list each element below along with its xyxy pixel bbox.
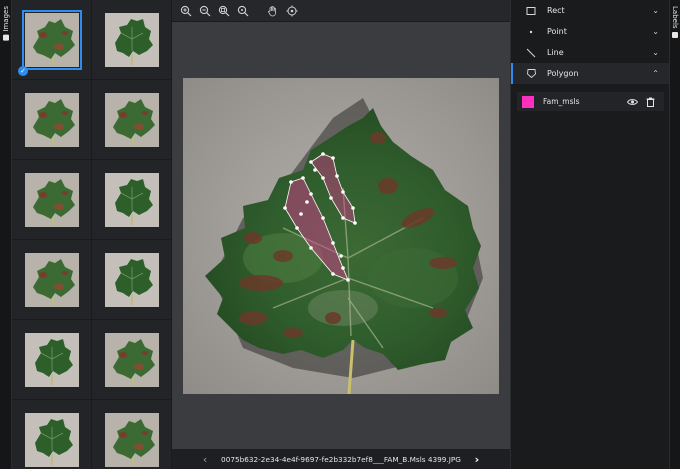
- thumbnail-leaf-image: [105, 93, 159, 147]
- annotation-canvas[interactable]: [172, 22, 510, 449]
- chevron-down-icon[interactable]: ⌄: [652, 27, 659, 36]
- point-icon: [525, 26, 537, 38]
- thumbnail-leaf-image: [105, 253, 159, 307]
- image-thumbnail[interactable]: [92, 240, 172, 320]
- image-thumbnail[interactable]: [12, 80, 92, 160]
- images-tab-label-wrap: Images: [1, 6, 11, 41]
- trash-icon[interactable]: [644, 96, 656, 108]
- image-thumbnail[interactable]: [92, 160, 172, 240]
- image-thumbnail[interactable]: [92, 320, 172, 400]
- image-navigation-bar: ‹ 0075b632-2e34-4e4f-9697-fe2b332b7ef8__…: [172, 449, 510, 469]
- chevron-left-icon[interactable]: ‹: [199, 453, 211, 466]
- polygon-icon: [525, 68, 537, 80]
- labels-side-tab[interactable]: Labels: [669, 0, 680, 469]
- tool-point[interactable]: Point ⌄: [511, 21, 669, 42]
- thumbnail-leaf-image: [105, 333, 159, 387]
- zoom-out-icon[interactable]: [197, 3, 213, 19]
- images-icon: [3, 34, 9, 41]
- thumbnail-leaf-image: [22, 10, 82, 70]
- thumbnail-leaf-image: [25, 413, 79, 467]
- image-thumbnail[interactable]: [92, 400, 172, 469]
- zoom-reset-icon[interactable]: [235, 3, 251, 19]
- tool-polygon-label: Polygon: [547, 69, 579, 78]
- image-thumbnail-list: ✓: [12, 0, 172, 469]
- tool-polygon[interactable]: Polygon ⌃: [511, 63, 669, 84]
- eye-icon[interactable]: [626, 96, 638, 108]
- labels-panel: Rect ⌄ Point ⌄ Line ⌄ Polygon ⌃ Fam_msls: [510, 0, 669, 469]
- image-thumbnail[interactable]: [92, 80, 172, 160]
- labels-icon: [672, 31, 678, 38]
- crosshair-icon[interactable]: [284, 3, 300, 19]
- image-thumbnail[interactable]: [12, 240, 92, 320]
- current-filename: 0075b632-2e34-4e4f-9697-fe2b332b7ef8___F…: [221, 454, 461, 464]
- tool-rect[interactable]: Rect ⌄: [511, 0, 669, 21]
- chevron-down-icon[interactable]: ⌄: [652, 48, 659, 57]
- images-tab-label: Images: [2, 6, 10, 32]
- thumbnail-leaf-image: [105, 13, 159, 67]
- image-thumbnail[interactable]: [12, 320, 92, 400]
- label-name: Fam_msls: [543, 97, 580, 106]
- images-side-tab[interactable]: Images: [0, 0, 12, 469]
- label-color-swatch[interactable]: [522, 95, 534, 108]
- labels-tab-label-wrap: Labels: [671, 6, 679, 38]
- tool-rect-label: Rect: [547, 6, 565, 15]
- thumbnail-leaf-image: [105, 173, 159, 227]
- zoom-in-icon[interactable]: [178, 3, 194, 19]
- tool-line[interactable]: Line ⌄: [511, 42, 669, 63]
- thumbnail-leaf-image: [25, 93, 79, 147]
- tool-line-label: Line: [547, 48, 564, 57]
- thumbnail-leaf-image: [25, 333, 79, 387]
- rect-icon: [525, 5, 537, 17]
- image-thumbnail[interactable]: ✓: [12, 0, 92, 80]
- labels-tab-label: Labels: [671, 6, 679, 29]
- image-thumbnail[interactable]: [12, 160, 92, 240]
- image-thumbnail[interactable]: [12, 400, 92, 469]
- thumbnail-leaf-image: [105, 413, 159, 467]
- app-window: Images ✓ ‹ 0075b632-2e34-4e4f-9697-fe2b3…: [0, 0, 680, 469]
- leaf-photo-drawing: [183, 78, 499, 394]
- chevron-down-icon[interactable]: ⌄: [652, 6, 659, 15]
- chevron-right-icon[interactable]: ›: [471, 453, 483, 466]
- canvas-toolbar: [172, 0, 510, 22]
- line-icon: [525, 47, 537, 59]
- thumbnail-leaf-image: [25, 253, 79, 307]
- zoom-fit-icon[interactable]: [216, 3, 232, 19]
- check-icon: ✓: [18, 66, 28, 76]
- pan-hand-icon[interactable]: [265, 3, 281, 19]
- label-item[interactable]: Fam_msls: [517, 92, 664, 111]
- tool-point-label: Point: [547, 27, 567, 36]
- leaf-photo[interactable]: [183, 78, 499, 394]
- chevron-up-icon[interactable]: ⌃: [652, 69, 659, 78]
- thumbnail-leaf-image: [25, 173, 79, 227]
- image-thumbnail[interactable]: [92, 0, 172, 80]
